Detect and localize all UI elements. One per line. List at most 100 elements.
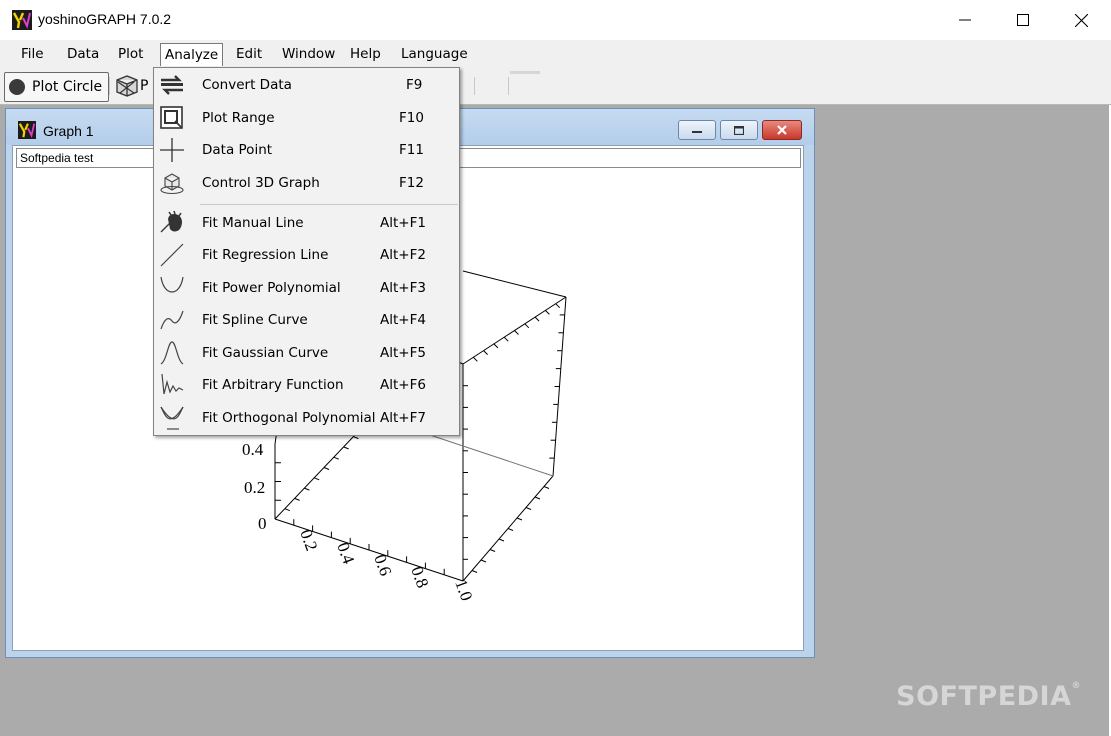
maximize-icon xyxy=(1017,14,1029,26)
menu-window[interactable]: Window xyxy=(282,46,335,62)
menu-help[interactable]: Help xyxy=(350,46,381,62)
x-tick-label: 0.6 xyxy=(370,552,395,578)
plot-3d-button[interactable]: P xyxy=(114,72,148,100)
graph-close-button[interactable] xyxy=(762,120,802,140)
close-button[interactable] xyxy=(1052,0,1110,40)
3d-box-icon xyxy=(116,75,138,97)
axis-tick xyxy=(480,559,487,563)
x-tick-label: 0.8 xyxy=(407,564,432,590)
window-title: yoshinoGRAPH 7.0.2 xyxy=(38,11,172,27)
axis-tick xyxy=(507,528,514,531)
axis-tick xyxy=(471,570,478,573)
menu-item-shortcut: Alt+F6 xyxy=(380,377,426,393)
filled-circle-icon xyxy=(9,79,25,95)
axis-tick xyxy=(323,467,330,470)
axis-tick xyxy=(543,486,550,489)
menu-separator xyxy=(200,204,458,205)
menu-item-shortcut: F12 xyxy=(399,175,424,191)
menu-item-shortcut: Alt+F7 xyxy=(380,410,426,426)
menu-item-label: Fit Orthogonal Polynomial xyxy=(202,410,376,426)
plot-circle-label: Plot Circle xyxy=(32,79,103,95)
menu-item-control-3d-graph[interactable]: Control 3D Graph F12 xyxy=(154,167,459,199)
menu-item-plot-range[interactable]: Plot Range F10 xyxy=(154,102,459,134)
axis-tick xyxy=(493,343,499,349)
menu-item-label: Fit Gaussian Curve xyxy=(202,345,329,361)
menu-bar: File Data Plot Analyze Edit Window Help … xyxy=(0,40,1111,69)
menu-item-shortcut: Alt+F3 xyxy=(380,280,426,296)
cube-edge xyxy=(462,270,567,298)
x-tick-label: 1.0 xyxy=(451,577,476,603)
data-point-icon xyxy=(158,137,186,163)
title-bar: yoshinoGRAPH 7.0.2 xyxy=(0,0,1111,40)
maximize-button[interactable] xyxy=(994,0,1052,40)
z-tick-label: 0.4 xyxy=(242,440,264,459)
softpedia-watermark: SOFTPEDIA® xyxy=(896,681,1081,712)
menu-language[interactable]: Language xyxy=(401,46,468,62)
convert-data-icon xyxy=(158,72,186,98)
menu-item-shortcut: F11 xyxy=(399,142,424,158)
toolbar-grip xyxy=(510,71,540,74)
graph-restore-button[interactable] xyxy=(720,120,758,140)
menu-item-label: Control 3D Graph xyxy=(202,175,320,191)
axis-tick xyxy=(472,356,478,362)
gaussian-curve-icon xyxy=(158,340,186,366)
analyze-dropdown-menu: Convert Data F9 Plot Range F10 Data Poin… xyxy=(153,67,460,436)
menu-item-convert-data[interactable]: Convert Data F9 xyxy=(154,69,459,101)
restore-icon xyxy=(734,125,744,135)
x-tick-label: 0.4 xyxy=(333,540,358,567)
control-3d-icon xyxy=(158,170,186,196)
menu-item-label: Convert Data xyxy=(202,77,292,93)
axis-tick xyxy=(498,538,505,542)
axis-tick xyxy=(516,517,523,521)
menu-plot[interactable]: Plot xyxy=(118,46,143,62)
menu-item-fit-spline-curve[interactable]: Fit Spline Curve Alt+F4 xyxy=(154,304,459,336)
z-tick-label: 0 xyxy=(258,514,267,533)
menu-file[interactable]: File xyxy=(21,46,44,62)
axis-tick xyxy=(353,436,359,440)
axis-tick xyxy=(304,487,310,491)
x-tick-label: 0.2 xyxy=(296,527,321,553)
axis-tick xyxy=(503,336,509,342)
menu-item-label: Fit Regression Line xyxy=(202,247,329,263)
menu-item-fit-power-polynomial[interactable]: Fit Power Polynomial Alt+F3 xyxy=(154,272,459,304)
minimize-icon xyxy=(692,131,702,133)
z-tick-label: 0.2 xyxy=(244,478,265,497)
plot-3d-label: P xyxy=(140,78,149,94)
axis-tick xyxy=(534,316,540,322)
menu-item-fit-arbitrary-function[interactable]: Fit Arbitrary Function Alt+F6 xyxy=(154,369,459,401)
orthogonal-polynomial-icon xyxy=(158,405,186,431)
menu-item-shortcut: Alt+F4 xyxy=(380,312,426,328)
regression-line-icon xyxy=(158,242,186,268)
menu-item-fit-orthogonal-polynomial[interactable]: Fit Orthogonal Polynomial Alt+F7 xyxy=(154,402,459,434)
menu-item-label: Fit Arbitrary Function xyxy=(202,377,344,393)
close-icon xyxy=(777,125,787,135)
graph-window-title: Graph 1 xyxy=(43,123,94,139)
app-logo-icon xyxy=(12,10,32,30)
graph-minimize-button[interactable] xyxy=(678,120,716,140)
spline-curve-icon xyxy=(158,307,186,333)
graph-window-icon xyxy=(18,121,36,139)
menu-item-fit-gaussian-curve[interactable]: Fit Gaussian Curve Alt+F5 xyxy=(154,337,459,369)
menu-edit[interactable]: Edit xyxy=(236,46,262,62)
axis-tick xyxy=(524,323,530,329)
menu-item-fit-regression-line[interactable]: Fit Regression Line Alt+F2 xyxy=(154,239,459,271)
minimize-button[interactable] xyxy=(936,0,994,40)
menu-data[interactable]: Data xyxy=(67,46,99,62)
menu-item-label: Data Point xyxy=(202,142,273,158)
menu-item-fit-manual-line[interactable]: Fit Manual Line Alt+F1 xyxy=(154,207,459,239)
axis-tick xyxy=(483,350,488,355)
plot-circle-button[interactable]: Plot Circle xyxy=(4,72,110,102)
minimize-icon xyxy=(959,19,971,21)
manual-line-icon xyxy=(158,210,186,236)
menu-item-data-point[interactable]: Data Point F11 xyxy=(154,134,459,166)
menu-analyze[interactable]: Analyze xyxy=(160,43,224,66)
axis-tick xyxy=(555,303,561,309)
toolbar-separator xyxy=(474,77,475,95)
menu-item-shortcut: F10 xyxy=(399,110,424,126)
menu-item-shortcut: Alt+F2 xyxy=(380,247,426,263)
menu-item-shortcut: Alt+F1 xyxy=(380,215,426,231)
menu-item-label: Fit Spline Curve xyxy=(202,312,308,328)
menu-item-shortcut: Alt+F5 xyxy=(380,345,426,361)
arbitrary-function-icon xyxy=(158,372,186,398)
axis-tick xyxy=(294,497,300,501)
